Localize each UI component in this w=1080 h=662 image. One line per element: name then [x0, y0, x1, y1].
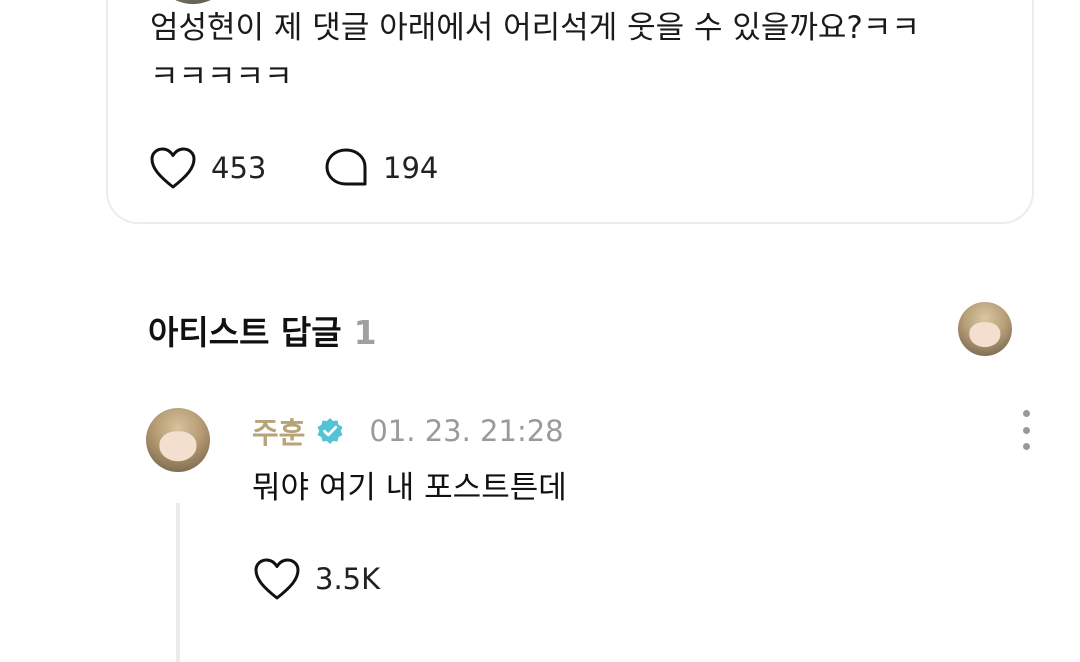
comment-text-line1: 엄성현이 제 댓글 아래에서 어리석게 웃을 수 있을까요?ㅋㅋ: [150, 10, 920, 46]
reply-timestamp: 01. 23. 21:28: [369, 414, 564, 448]
reply-like-button[interactable]: 3.5K: [253, 557, 380, 601]
reply-author-name[interactable]: 주훈: [252, 410, 305, 452]
reply-author-avatar[interactable]: [146, 408, 210, 472]
comment-text-line2: ㅋㅋㅋㅋㅋ: [150, 59, 293, 95]
more-dot: [1022, 426, 1030, 434]
artist-replies-title: 아티스트 답글: [148, 313, 342, 352]
avatar-face: [159, 431, 197, 461]
more-dot: [1022, 410, 1030, 417]
comment-like-button[interactable]: 453: [149, 146, 266, 190]
reply-like-count: 3.5K: [315, 562, 381, 596]
reply-text: 뭐야 여기 내 포스트튼데: [252, 470, 567, 506]
artist-avatar-header[interactable]: [958, 302, 1012, 356]
comment-reply-count: 194: [383, 151, 439, 185]
more-vertical-icon[interactable]: [1014, 410, 1038, 450]
artist-replies-count: 1: [353, 313, 377, 352]
comment-bubble-icon: [325, 148, 367, 186]
heart-icon: [254, 558, 300, 600]
thread-line: [176, 503, 180, 662]
comment-text: 엄성현이 제 댓글 아래에서 어리석게 웃을 수 있을까요?ㅋㅋ ㅋㅋㅋㅋㅋ: [150, 4, 990, 102]
comment-reply-button[interactable]: 194: [323, 146, 438, 190]
comment-thread-screen: 엄성현이 제 댓글 아래에서 어리석게 웃을 수 있을까요?ㅋㅋ ㅋㅋㅋㅋㅋ 4…: [0, 0, 1080, 662]
verified-badge-icon: [317, 418, 343, 444]
more-dot: [1022, 443, 1030, 450]
avatar-face: [969, 321, 1001, 347]
heart-icon: [150, 147, 196, 189]
artist-replies-header: 아티스트 답글 1: [148, 306, 377, 354]
reply-meta: 주훈 01. 23. 21:28: [252, 410, 564, 452]
comment-like-count: 453: [211, 151, 267, 185]
